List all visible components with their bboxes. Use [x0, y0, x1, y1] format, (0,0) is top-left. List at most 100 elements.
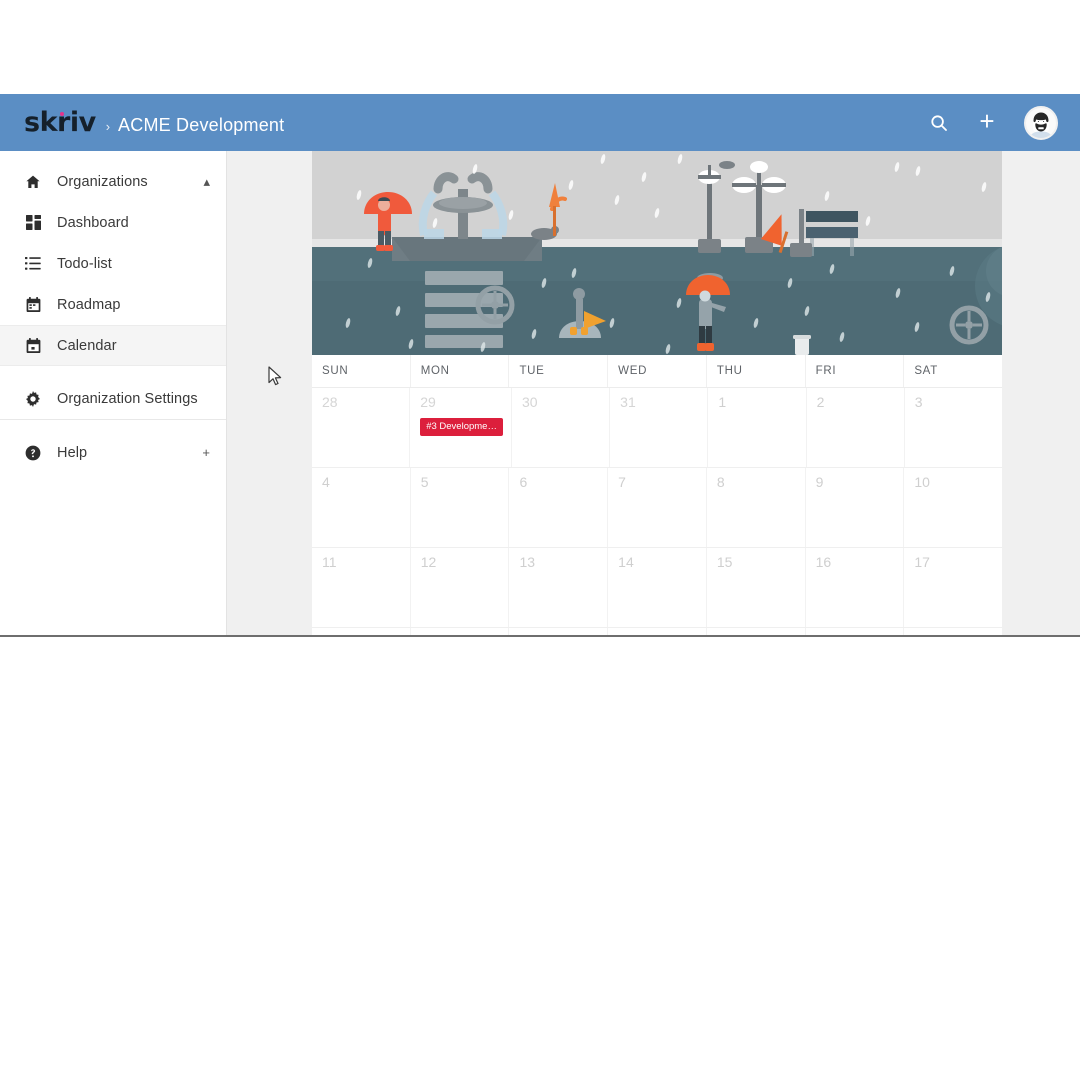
calendar-day-cell[interactable]: 20	[509, 628, 609, 637]
calendar-day-cell[interactable]: 22	[707, 628, 806, 637]
calendar-week-row: 4 5 6 7 8 9 10	[312, 468, 1002, 548]
calendar-day-cell[interactable]: 18	[312, 628, 411, 637]
sidebar-item-label: Todo-list	[57, 255, 112, 272]
calendar-day-cell[interactable]: 6	[509, 468, 609, 547]
calendar-day-number: 21	[618, 635, 698, 637]
calendar-day-number: 22	[717, 635, 797, 637]
calendar-day-header: WED	[608, 355, 707, 387]
calendar-day-header: TUE	[509, 355, 609, 387]
calendar-day-number: 3	[914, 394, 923, 410]
calendar-day-cell[interactable]: 5	[411, 468, 510, 547]
calendar-day-cell[interactable]: 3	[905, 388, 1002, 467]
calendar-event-pill[interactable]: #3 Developme…	[420, 418, 503, 436]
sidebar-item-label: Organizations	[57, 173, 148, 190]
calendar-day-header: SUN	[312, 355, 411, 387]
calendar-day-cell[interactable]: 8	[707, 468, 806, 547]
dashboard-grid-icon	[24, 214, 42, 232]
calendar-day-cell[interactable]: 24	[904, 628, 1002, 637]
sidebar-item-todo-list[interactable]: Todo-list	[0, 243, 226, 284]
calendar-day-header: THU	[707, 355, 806, 387]
sidebar-item-calendar[interactable]: Calendar	[0, 325, 226, 366]
sidebar-item-dashboard[interactable]: Dashboard	[0, 202, 226, 243]
brand[interactable]: skriv › ACME Development	[24, 109, 284, 136]
calendar-day-number: 15	[716, 554, 733, 570]
skriv-logo[interactable]: skriv	[24, 109, 96, 136]
calendar-day-cell[interactable]: 19	[411, 628, 510, 637]
calendar-day-cell[interactable]: 13	[509, 548, 609, 627]
calendar-day-cell[interactable]: 14	[608, 548, 707, 627]
content-area: SUN MON TUE WED THU FRI SAT 28 29 #3 Developme… 3…	[312, 151, 1002, 637]
expand-plus-icon[interactable]: +	[202, 446, 210, 459]
calendar-day-cell[interactable]: 12	[411, 548, 510, 627]
calendar-day-number: 16	[815, 554, 832, 570]
calendar-grid: 28 29 #3 Developme… 30 31 1 2 3 4 5 6 7 8 9 10 11 12 13 14…	[312, 388, 1002, 637]
calendar-day-number: 29	[420, 394, 436, 410]
app-window: skriv › ACME Development + Organizations…	[0, 94, 1080, 637]
calendar-day-cell[interactable]: 11	[312, 548, 411, 627]
calendar-day-number: 6	[519, 474, 528, 490]
calendar-day-cell[interactable]: 17	[904, 548, 1002, 627]
calendar-day-number: 17	[914, 554, 930, 570]
calendar-day-number: 5	[420, 474, 429, 490]
calendar-day-cell[interactable]: 21	[608, 628, 707, 637]
calendar-day-number: 4	[322, 474, 330, 490]
calendar-icon	[24, 337, 42, 355]
calendar-day-number: 31	[620, 394, 636, 410]
calendar-day-cell[interactable]: 29 #3 Developme…	[410, 388, 512, 467]
plus-icon[interactable]: +	[976, 108, 998, 134]
calendar-day-header: FRI	[806, 355, 905, 387]
calendar-day-cell[interactable]: 7	[608, 468, 707, 547]
sidebar-item-label: Dashboard	[57, 214, 129, 231]
calendar-day-number: 23	[816, 635, 896, 637]
sidebar-item-help[interactable]: Help +	[0, 432, 226, 473]
calendar-day-cell[interactable]: 1	[708, 388, 807, 467]
calendar-day-cell[interactable]: 16	[806, 548, 905, 627]
calendar-day-number: 12	[420, 554, 437, 570]
flooded-plaza-illustration	[312, 151, 1002, 355]
calendar-day-number: 20	[519, 635, 599, 637]
calendar-day-number: 18	[322, 635, 402, 637]
calendar-day-cell[interactable]: 28	[312, 388, 411, 467]
sidebar-item-label: Roadmap	[57, 296, 121, 313]
calendar-day-header: SAT	[914, 365, 938, 377]
right-gutter	[1002, 151, 1080, 635]
calendar-day-cell[interactable]: 2	[807, 388, 905, 467]
calendar-day-cell[interactable]: 15	[707, 548, 806, 627]
calendar-day-number: 14	[618, 554, 634, 570]
calendar-day-number: 1	[718, 394, 727, 410]
sidebar-item-label: Organization Settings	[57, 390, 198, 407]
page-title: ACME Development	[118, 115, 285, 135]
calendar-day-number: 7	[618, 474, 626, 490]
search-icon[interactable]	[928, 112, 950, 134]
screen: skriv › ACME Development + Organizations…	[0, 0, 1080, 1080]
avatar[interactable]	[1024, 105, 1058, 140]
calendar-day-cell[interactable]: 31	[610, 388, 709, 467]
calendar-day-headers: SUN MON TUE WED THU FRI SAT	[312, 355, 1002, 388]
sidebar-item-label: Help	[57, 444, 88, 461]
logo-dot	[60, 112, 64, 116]
sidebar-item-organizations[interactable]: Organizations ▴	[0, 161, 226, 202]
calendar-day-cell[interactable]: 4	[312, 468, 411, 547]
calendar-week-row: 18 19 20 21 22 23 24	[312, 628, 1002, 637]
sidebar: Organizations ▴ Dashboard Todo-list Road…	[0, 151, 227, 635]
calendar-day-number: 24	[914, 635, 994, 637]
sidebar-item-organization-settings[interactable]: Organization Settings	[0, 378, 226, 419]
calendar-day-number: 10	[914, 474, 930, 490]
help-circle-icon	[24, 444, 42, 462]
calendar-day-cell[interactable]: 23	[806, 628, 905, 637]
calendar-icon	[24, 296, 42, 314]
calendar-day-cell[interactable]: 9	[806, 468, 905, 547]
top-bar: skriv › ACME Development +	[0, 94, 1080, 151]
calendar-day-number: 11	[322, 554, 337, 570]
left-gutter	[227, 151, 312, 635]
calendar-day-number: 19	[421, 635, 501, 637]
calendar-day-cell[interactable]: 10	[904, 468, 1002, 547]
top-bar-actions: +	[928, 105, 1058, 140]
sidebar-item-roadmap[interactable]: Roadmap	[0, 284, 226, 325]
gear-icon	[24, 390, 42, 408]
calendar-week-row: 28 29 #3 Developme… 30 31 1 2 3	[312, 388, 1002, 468]
calendar-day-cell[interactable]: 30	[512, 388, 611, 467]
chevron-up-icon[interactable]: ▴	[203, 175, 210, 188]
